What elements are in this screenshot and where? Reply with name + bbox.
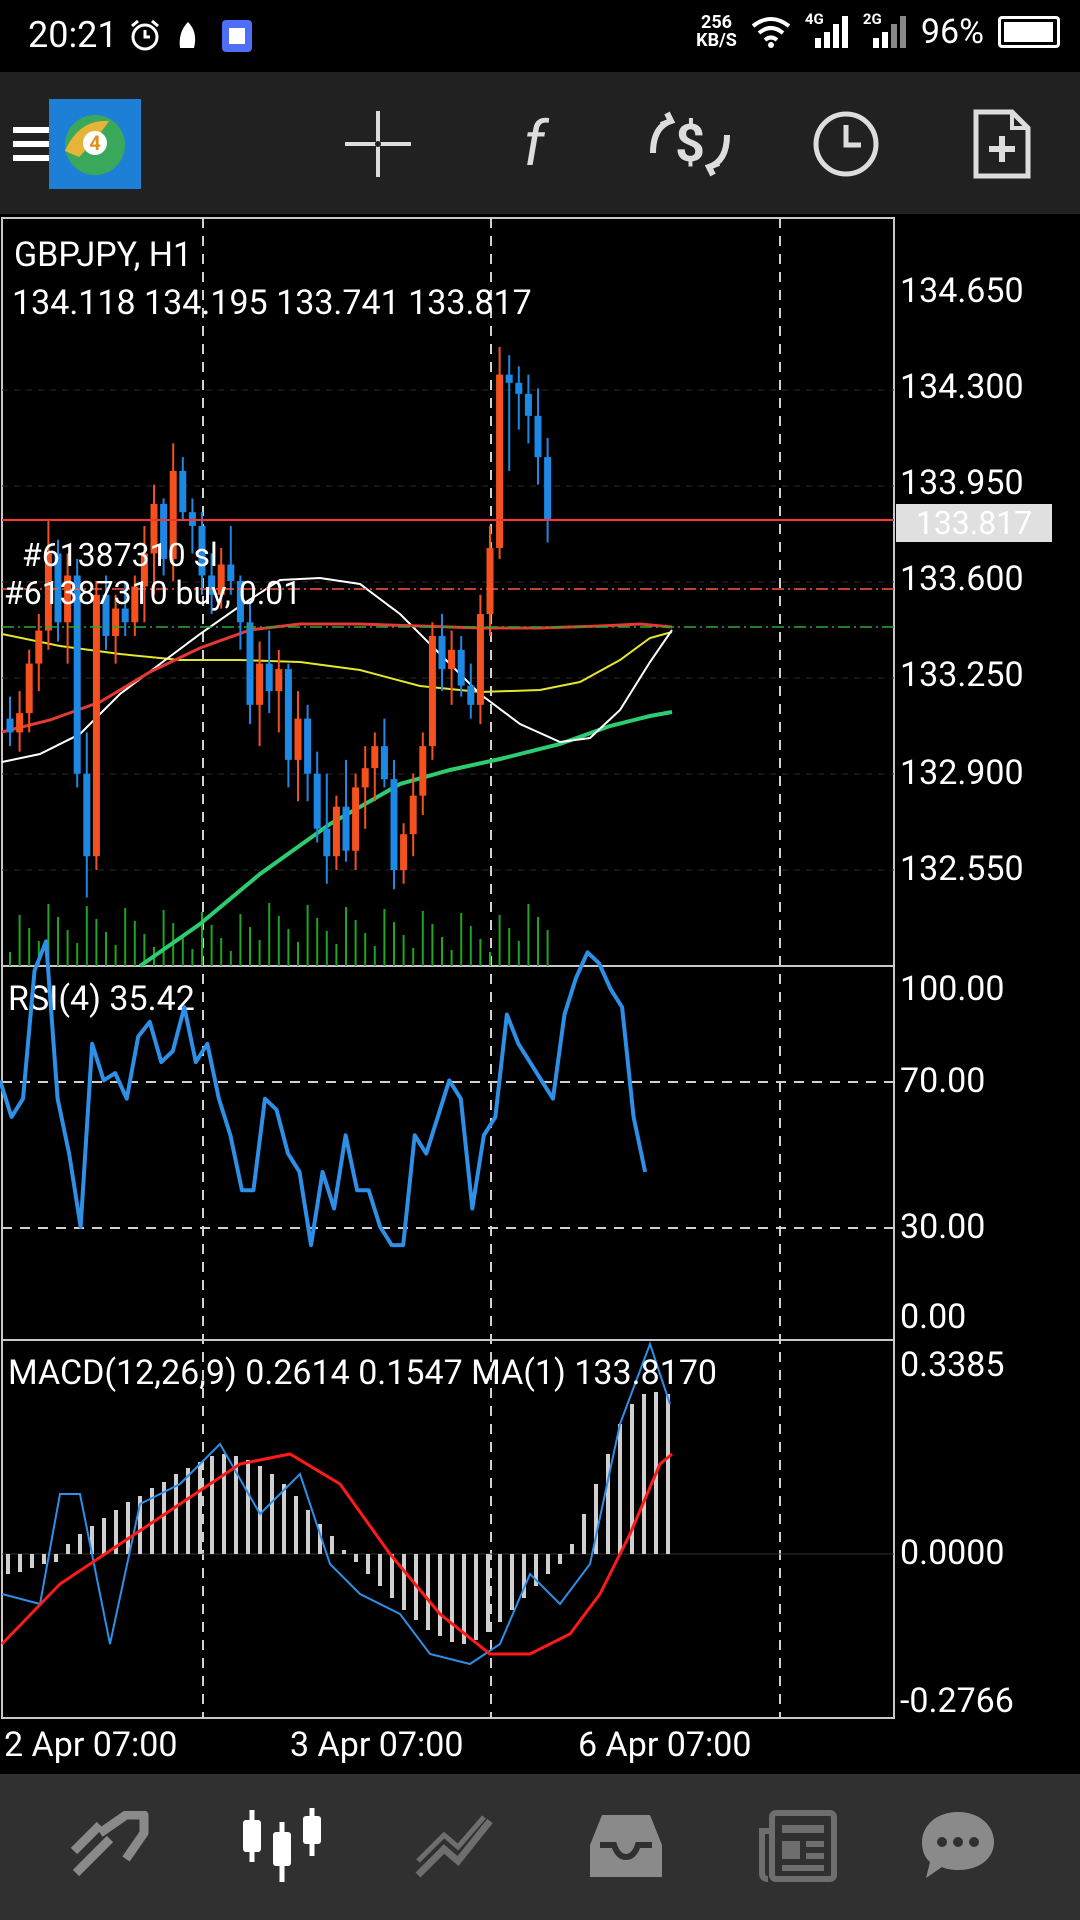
timeframe-clock-icon: [813, 111, 879, 177]
new-order-button[interactable]: [954, 96, 1050, 192]
macd-label: MACD(12,26,9) 0.2614 0.1547 MA(1) 133.81…: [8, 1353, 717, 1393]
rsi-tick: 0.00: [900, 1297, 966, 1337]
wifi-icon: [751, 17, 791, 48]
price-tick: 132.550: [900, 849, 1024, 889]
price-tick: 133.950: [900, 463, 1024, 503]
time-label: 2 Apr 07:00: [4, 1725, 177, 1765]
mt4-logo-icon: 4: [49, 99, 141, 189]
order-label-buy: #61387310 buy, 0.01: [4, 574, 301, 612]
rsi-label: RSI(4) 35.42: [8, 979, 195, 1019]
trade-icon: $: [650, 111, 730, 177]
history-icon: [590, 1815, 662, 1877]
macd-tick: 0.0000: [900, 1533, 1005, 1573]
time-axis: 2 Apr 07:00 3 Apr 07:00 6 Apr 07:00: [4, 1725, 751, 1765]
rsi-levels: [2, 1081, 894, 1229]
app-notification-icon: [179, 22, 196, 48]
rsi-tick: 100.00: [900, 969, 1005, 1009]
price-tick: 134.300: [900, 367, 1024, 407]
chart-icon: [243, 1808, 321, 1882]
macd-tick: -0.2766: [900, 1681, 1014, 1721]
macd-tick: 0.3385: [900, 1345, 1005, 1385]
timeframe-button[interactable]: [798, 96, 894, 192]
clock-time: 20:21: [28, 14, 118, 56]
network-speed: 256 KB/S: [696, 14, 737, 50]
indicators-icon: f: [524, 109, 550, 179]
candles: [6, 347, 552, 898]
crosshair-icon: [345, 111, 411, 177]
rsi-tick: 30.00: [900, 1207, 985, 1247]
ohlc-values: 134.118 134.195 133.741 133.817: [12, 283, 532, 323]
bottom-navigation: [0, 1774, 1080, 1920]
nav-chat[interactable]: [908, 1796, 1008, 1896]
news-icon: [759, 1810, 837, 1882]
price-tick: 132.900: [900, 753, 1024, 793]
indicators-button[interactable]: f: [486, 96, 582, 192]
battery-percent: 96%: [920, 12, 984, 52]
signal-2g-icon: 2G: [863, 10, 907, 50]
time-label: 3 Apr 07:00: [290, 1725, 463, 1765]
nav-chart[interactable]: [232, 1796, 332, 1896]
top-toolbar: 4 f $: [0, 72, 1080, 214]
nav-trade[interactable]: [404, 1796, 504, 1896]
rsi-axis: 100.00 70.00 30.00 0.00: [900, 969, 1005, 1337]
signal-4g-icon: 4G: [805, 10, 849, 50]
signal-2g-label: 2G: [862, 10, 882, 28]
volume-bars: [9, 903, 549, 966]
price-tick: 133.250: [900, 655, 1024, 695]
vertical-grid: [202, 218, 781, 1718]
new-order-icon: [973, 109, 1031, 179]
macd-axis: 0.3385 0.0000 -0.2766: [900, 1345, 1014, 1721]
speed-unit: KB/S: [696, 30, 737, 51]
macd-histogram: [6, 1392, 670, 1644]
notification-badge-icon: [222, 20, 252, 52]
price-axis: 134.650 134.300 133.950 133.600 133.250 …: [900, 271, 1024, 889]
rsi-tick: 70.00: [900, 1061, 985, 1101]
trade-icon: [415, 1815, 493, 1878]
nav-quotes[interactable]: [60, 1796, 160, 1896]
trade-button[interactable]: $: [642, 96, 738, 192]
price-tick: 133.600: [900, 559, 1024, 599]
symbol-timeframe: GBPJPY, H1: [14, 235, 192, 275]
svg-text:$: $: [675, 113, 705, 174]
signal-4g-label: 4G: [804, 10, 824, 28]
current-price-label: 133.817: [916, 504, 1032, 542]
crosshair-button[interactable]: [330, 96, 426, 192]
quotes-icon: [70, 1811, 149, 1877]
nav-history[interactable]: [576, 1796, 676, 1896]
mt4-logo[interactable]: 4: [48, 98, 142, 190]
time-label: 6 Apr 07:00: [578, 1725, 751, 1765]
order-label-sl: #61387310 sl: [22, 536, 218, 574]
chart-canvas[interactable]: 133.817 GBPJPY, H1 134.118 134.195 133.7…: [0, 214, 1080, 1774]
alarm-icon: [131, 19, 159, 51]
chart-area[interactable]: 133.817 GBPJPY, H1 134.118 134.195 133.7…: [0, 214, 1080, 1774]
svg-text:4: 4: [89, 131, 100, 155]
nav-news[interactable]: [748, 1796, 848, 1896]
svg-text:f: f: [524, 109, 550, 179]
menu-icon: [13, 127, 53, 161]
chat-icon: [922, 1812, 994, 1878]
price-tick: 134.650: [900, 271, 1024, 311]
ma-yellow-line: [1, 631, 673, 694]
status-bar: 20:21 256 KB/S 4G 2G 96%: [0, 0, 1080, 72]
battery-icon: [998, 16, 1060, 48]
